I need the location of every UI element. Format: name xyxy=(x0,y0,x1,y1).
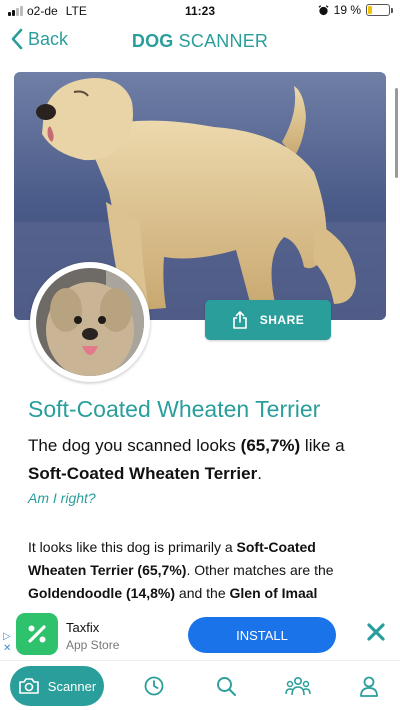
detail-mid: . Other matches are the xyxy=(186,562,334,578)
status-right: 19 % xyxy=(318,3,393,17)
result-summary: The dog you scanned looks (65,7%) like a… xyxy=(28,432,378,488)
page-title-bold: DOG xyxy=(131,31,174,51)
tab-scanner-label: Scanner xyxy=(47,678,97,694)
status-bar: o2-de LTE 11:23 19 % xyxy=(0,0,400,22)
detail-third: Glen of Imaal xyxy=(229,585,318,601)
detail-paragraph: It looks like this dog is primarily a So… xyxy=(28,536,373,605)
detail-second: Goldendoodle (14,8%) xyxy=(28,585,176,601)
tab-bar: Scanner xyxy=(0,660,400,710)
install-button[interactable]: INSTALL xyxy=(188,617,336,653)
ad-info-icon[interactable]: ▷ xyxy=(3,632,11,642)
battery-level xyxy=(368,6,372,14)
result-sentence-start: The dog you scanned looks xyxy=(28,436,241,455)
tab-scanner[interactable]: Scanner xyxy=(10,666,104,706)
result-breed-bold: Soft-Coated Wheaten Terrier xyxy=(28,464,258,483)
dog-face-photo xyxy=(36,268,144,376)
result-percent: (65,7%) xyxy=(240,436,301,455)
community-icon[interactable] xyxy=(285,675,311,697)
dog-face-illustration xyxy=(36,268,144,376)
percent-icon xyxy=(28,625,46,643)
dog-face-avatar xyxy=(30,262,150,382)
ad-markers: ▷ ✕ xyxy=(3,632,11,654)
close-icon[interactable] xyxy=(364,620,388,644)
nav-bar: Back DOG SCANNER xyxy=(0,24,400,60)
taxfix-app-icon[interactable] xyxy=(16,613,58,655)
ad-banner[interactable]: ▷ ✕ Taxfix App Store INSTALL xyxy=(0,610,400,660)
share-button[interactable]: SHARE xyxy=(205,300,331,340)
feedback-link[interactable]: Am I right? xyxy=(28,490,96,506)
result-sentence-mid: like a xyxy=(300,436,345,455)
result-sentence-end: . xyxy=(257,464,262,483)
history-clock-icon[interactable] xyxy=(143,675,165,697)
scroll-indicator[interactable] xyxy=(395,88,398,178)
ad-dismiss-icon[interactable]: ✕ xyxy=(3,644,11,654)
ad-app-name: Taxfix xyxy=(66,620,100,635)
share-icon xyxy=(232,311,247,329)
page-title-rest: SCANNER xyxy=(173,31,269,51)
battery-percent: 19 % xyxy=(333,3,361,17)
share-label: SHARE xyxy=(259,313,305,327)
page-title: DOG SCANNER xyxy=(0,31,400,52)
profile-icon[interactable] xyxy=(358,675,380,697)
breed-title: Soft-Coated Wheaten Terrier xyxy=(28,396,321,422)
alarm-icon xyxy=(318,4,329,15)
battery-icon xyxy=(366,4,393,16)
ad-store-name: App Store xyxy=(66,638,120,652)
detail-lead: It looks like this dog is primarily a xyxy=(28,539,237,555)
detail-and: and the xyxy=(175,585,230,601)
search-icon[interactable] xyxy=(215,675,237,697)
camera-icon xyxy=(18,678,39,694)
